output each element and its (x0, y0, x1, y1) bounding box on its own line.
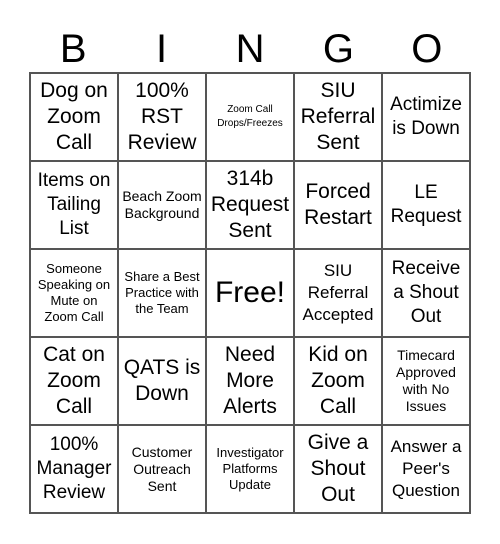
bingo-cell[interactable]: Cat on Zoom Call (30, 337, 118, 425)
bingo-cell[interactable]: Forced Restart (294, 161, 382, 249)
bingo-cell[interactable]: Receive a Shout Out (382, 249, 470, 337)
bingo-cell[interactable]: Investigator Platforms Update (206, 425, 294, 513)
free-space[interactable]: Free! (206, 249, 294, 337)
header-letter-o: O (411, 27, 443, 71)
bingo-cell[interactable]: 100% RST Review (118, 73, 206, 161)
header-letter-g: G (322, 27, 354, 71)
header-letter-b: B (59, 27, 87, 71)
bingo-cell[interactable]: Beach Zoom Background (118, 161, 206, 249)
bingo-cell[interactable]: Share a Best Practice with the Team (118, 249, 206, 337)
bingo-cell[interactable]: Someone Speaking on Mute on Zoom Call (30, 249, 118, 337)
header-letter-n: N (235, 27, 265, 71)
bingo-cell[interactable]: Timecard Approved with No Issues (382, 337, 470, 425)
bingo-header: B I N G O (29, 26, 471, 72)
bingo-cell[interactable]: QATS is Down (118, 337, 206, 425)
header-letter-i: I (156, 27, 168, 71)
bingo-cell[interactable]: Actimize is Down (382, 73, 470, 161)
bingo-cell[interactable]: 100% Manager Review (30, 425, 118, 513)
bingo-cell[interactable]: Items on Tailing List (30, 161, 118, 249)
bingo-cell[interactable]: SIU Referral Accepted (294, 249, 382, 337)
bingo-cell[interactable]: Need More Alerts (206, 337, 294, 425)
bingo-cell[interactable]: LE Request (382, 161, 470, 249)
bingo-cell[interactable]: Customer Outreach Sent (118, 425, 206, 513)
bingo-cell[interactable]: 314b Request Sent (206, 161, 294, 249)
bingo-cell[interactable]: Give a Shout Out (294, 425, 382, 513)
bingo-cell[interactable]: Answer a Peer's Question (382, 425, 470, 513)
bingo-cell[interactable]: SIU Referral Sent (294, 73, 382, 161)
bingo-cell[interactable]: Kid on Zoom Call (294, 337, 382, 425)
bingo-grid: Dog on Zoom Call 100% RST Review Zoom Ca… (29, 72, 471, 514)
bingo-cell[interactable]: Dog on Zoom Call (30, 73, 118, 161)
bingo-cell[interactable]: Zoom Call Drops/Freezes (206, 73, 294, 161)
